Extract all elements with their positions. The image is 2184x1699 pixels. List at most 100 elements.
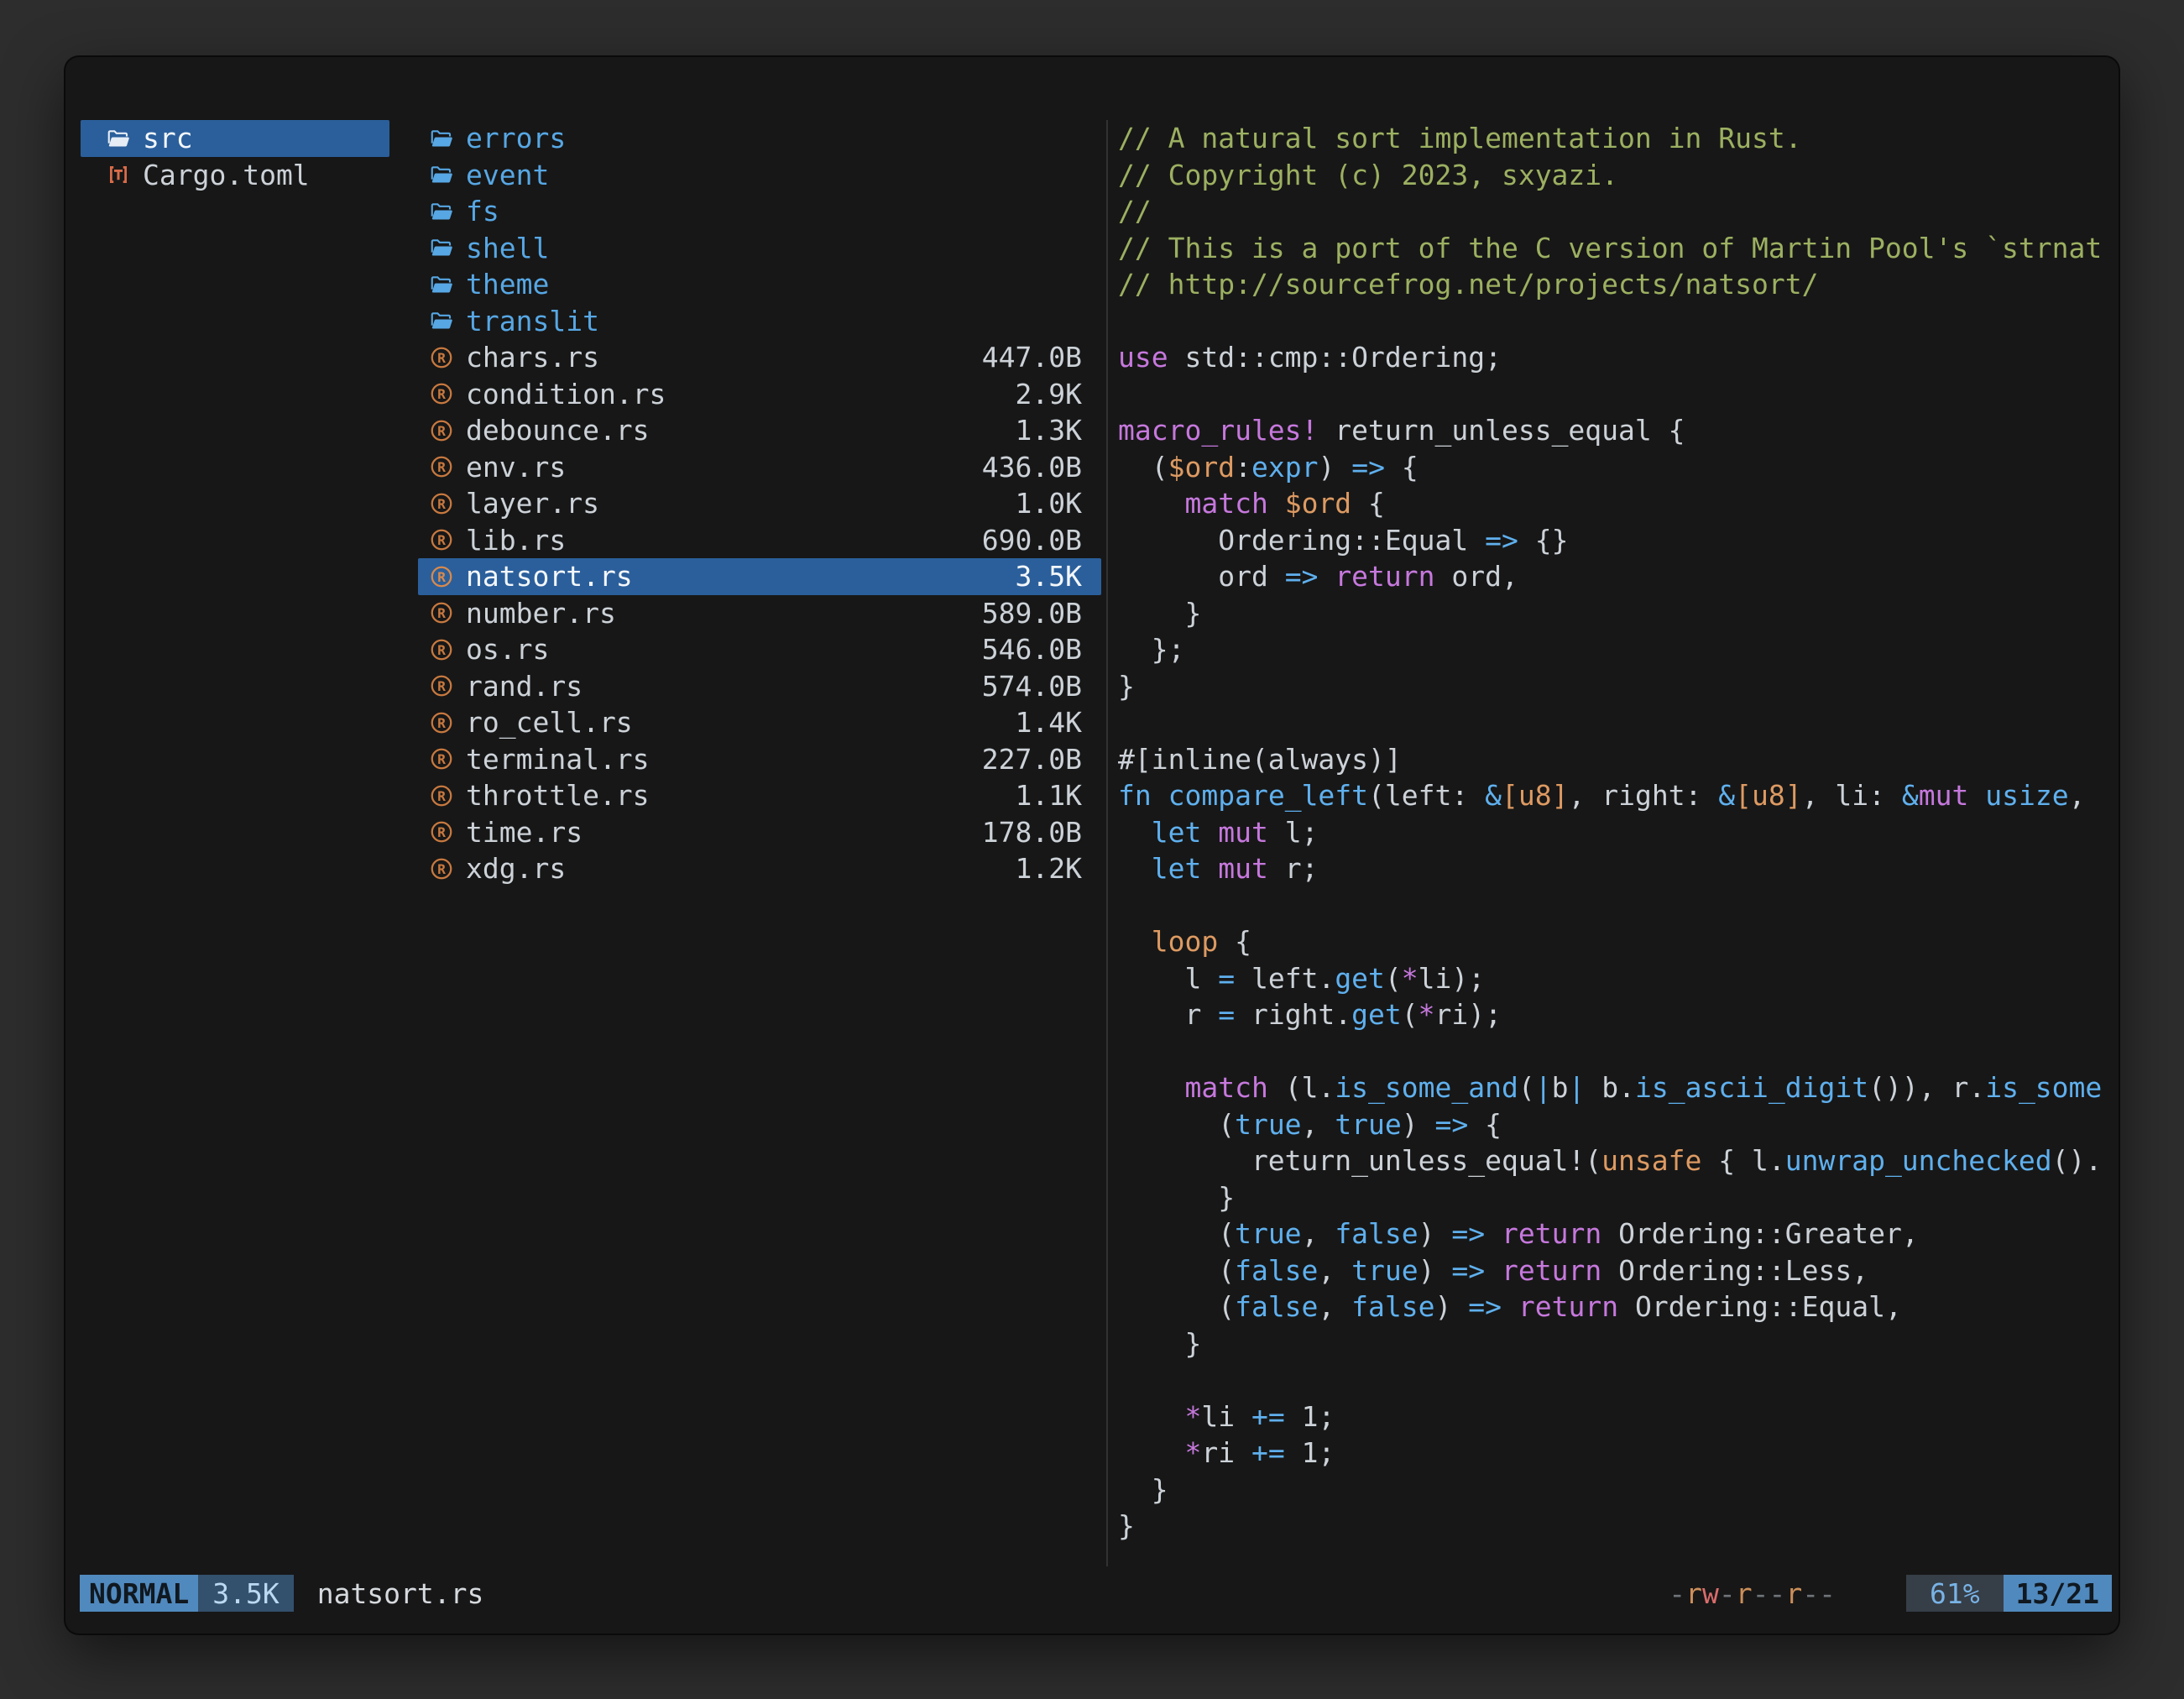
code-token: get (1351, 998, 1402, 1031)
file-row[interactable]: Ros.rs546.0B (418, 631, 1101, 668)
code-token: loop (1152, 925, 1218, 958)
folder-icon (427, 233, 456, 262)
file-row[interactable]: Rnatsort.rs3.5K (418, 558, 1101, 595)
code-token: unsafe (1601, 1144, 1701, 1177)
dir-row[interactable]: event (418, 157, 1101, 194)
file-row[interactable]: Rthrottle.rs1.1K (418, 777, 1101, 814)
file-row[interactable]: Rcondition.rs 2.9K (418, 376, 1101, 413)
dir-row[interactable]: theme (418, 266, 1101, 303)
code-token (1118, 1436, 1184, 1469)
file-row[interactable]: Rdebounce.rs1.3K (418, 412, 1101, 449)
code-token: $ord (1168, 451, 1235, 484)
permission-char: r (1685, 1577, 1702, 1610)
code-line: (true, false) => return Ordering::Greate… (1118, 1215, 2119, 1252)
svg-text:R: R (437, 824, 446, 840)
dir-row[interactable]: translit (418, 303, 1101, 340)
entry-name: src (143, 122, 378, 154)
file-row[interactable]: Rterminal.rs227.0B (418, 741, 1101, 778)
code-token: compare_left (1168, 779, 1368, 812)
code-token (1118, 816, 1152, 849)
dir-row[interactable]: src (81, 120, 389, 157)
entry-size: 1.1K (1016, 779, 1082, 812)
entry-size: 2.9K (1016, 378, 1082, 410)
file-row[interactable]: Cargo.toml (81, 157, 389, 194)
permission-char: w (1702, 1577, 1719, 1610)
svg-text:R: R (437, 678, 446, 694)
code-token: => (1435, 1108, 1469, 1141)
code-token: ord (1118, 560, 1285, 593)
code-token: true (1235, 1217, 1301, 1250)
file-row[interactable]: Renv.rs436.0B (418, 449, 1101, 486)
code-token: 1; (1285, 1400, 1335, 1433)
code-token: true (1335, 1108, 1401, 1141)
entry-name: natsort.rs (466, 560, 999, 593)
code-token: } (1118, 1181, 1235, 1214)
code-token (1968, 779, 1985, 812)
code-token: (left: (1368, 779, 1485, 812)
file-row[interactable]: Rlayer.rs1.0K (418, 485, 1101, 522)
code-line: macro_rules! return_unless_equal { (1118, 412, 2119, 449)
terminal-window: src Cargo.toml errorseventfsshell themetra… (65, 57, 2119, 1634)
parent-pane: src Cargo.toml (81, 120, 389, 193)
code-line: use std::cmp::Ordering; (1118, 339, 2119, 376)
code-token (1118, 925, 1152, 958)
svg-text:R: R (437, 423, 446, 439)
code-token: } (1118, 670, 1135, 703)
dir-row[interactable]: shell (418, 230, 1101, 267)
rust-file-icon: R (427, 599, 456, 627)
code-token: mut (1218, 816, 1268, 849)
svg-text:R: R (437, 532, 446, 548)
permission-char: - (1719, 1577, 1736, 1610)
code-line: fn compare_left(left: &[u8], right: &[u8… (1118, 777, 2119, 814)
permission-char: - (1819, 1577, 1836, 1610)
code-token: ri (1201, 1436, 1251, 1469)
file-row[interactable]: Rnumber.rs589.0B (418, 595, 1101, 632)
file-row[interactable]: Rlib.rs690.0B (418, 522, 1101, 559)
file-row[interactable]: Rxdg.rs1.2K (418, 850, 1101, 887)
entry-size: 1.3K (1016, 414, 1082, 447)
dir-row[interactable]: fs (418, 193, 1101, 230)
code-token: b (1552, 1071, 1569, 1104)
code-token: return (1518, 1290, 1618, 1323)
entry-name: ro_cell.rs (466, 706, 999, 739)
code-line: // Copyright (c) 2023, sxyazi. (1118, 157, 2119, 194)
entry-name: theme (466, 268, 1065, 301)
code-token: ( (1118, 1290, 1235, 1323)
entry-name: shell (466, 232, 1065, 264)
code-token: | (1535, 1071, 1552, 1104)
code-line: (true, true) => { (1118, 1106, 2119, 1143)
code-token: is_ascii_digit (1635, 1071, 1868, 1104)
file-row[interactable]: Rro_cell.rs1.4K (418, 704, 1101, 741)
code-token: usize (1985, 779, 2068, 812)
code-line: // (1118, 193, 2119, 230)
entry-size: 1.2K (1016, 852, 1082, 885)
code-token: & (1485, 779, 1502, 812)
folder-icon (427, 197, 456, 226)
code-line (1118, 303, 2119, 340)
rust-file-icon: R (427, 379, 456, 408)
svg-text:R: R (437, 350, 446, 366)
entry-name: Cargo.toml (143, 159, 378, 191)
code-line: #[inline(always)] (1118, 741, 2119, 778)
code-token: Ordering::Less, (1601, 1254, 1868, 1287)
entry-size: 574.0B (982, 670, 1082, 703)
code-line: } (1118, 1179, 2119, 1216)
code-token (1118, 487, 1184, 520)
code-line (1118, 376, 2119, 413)
file-row[interactable]: Rrand.rs574.0B (418, 668, 1101, 705)
dir-row[interactable]: errors (418, 120, 1101, 157)
code-line (1118, 887, 2119, 924)
svg-text:R: R (437, 459, 446, 475)
entry-name: condition.rs (466, 378, 999, 410)
rust-file-icon: R (427, 782, 456, 810)
entry-size: 589.0B (982, 597, 1082, 630)
code-token: r; (1268, 852, 1319, 885)
code-token: let (1152, 816, 1202, 849)
entry-size: 178.0B (982, 816, 1082, 849)
code-token: { (1385, 451, 1419, 484)
code-line: } (1118, 1508, 2119, 1545)
code-token: , right: (1568, 779, 1718, 812)
file-row[interactable]: Rchars.rs447.0B (418, 339, 1101, 376)
code-token: Ordering::Equal, (1618, 1290, 1902, 1323)
file-row[interactable]: Rtime.rs178.0B (418, 814, 1101, 851)
